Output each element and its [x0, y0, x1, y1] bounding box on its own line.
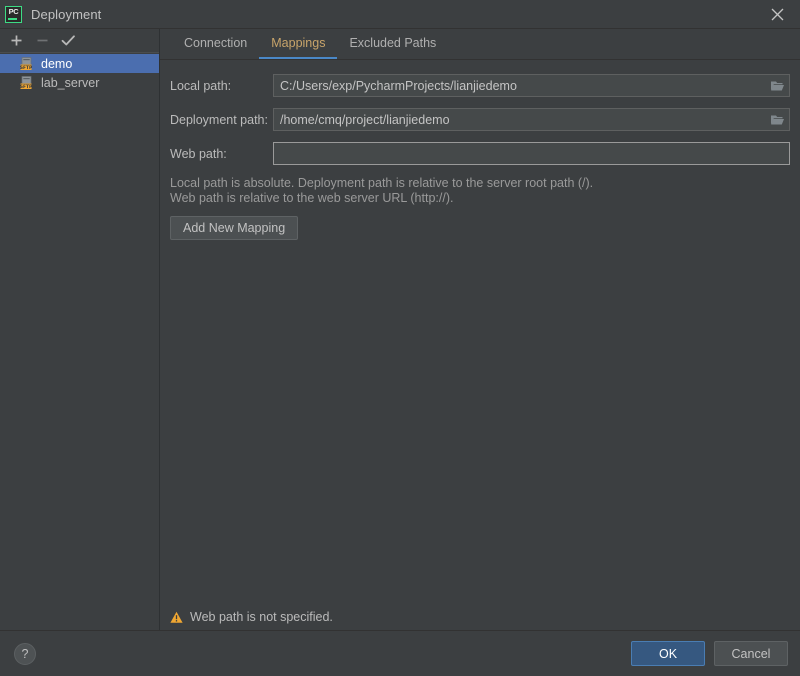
server-sidebar: SFTP demo SFTP lab_server [0, 29, 160, 630]
tab-mappings-label: Mappings [271, 36, 326, 50]
tab-strip: Connection Mappings Excluded Paths [160, 29, 800, 60]
status-warning: Web path is not specified. [160, 604, 800, 630]
warning-triangle-icon [170, 611, 183, 623]
tab-connection-label: Connection [184, 36, 248, 50]
tab-mappings[interactable]: Mappings [259, 29, 338, 59]
tab-excluded-paths-label: Excluded Paths [349, 36, 437, 50]
tab-connection[interactable]: Connection [172, 29, 259, 59]
deployment-path-field[interactable]: /home/cmq/project/lianjiedemo [273, 108, 790, 131]
tab-excluded-paths[interactable]: Excluded Paths [337, 29, 448, 59]
set-default-server-button[interactable] [56, 30, 81, 52]
deployment-dialog: PC Deployment SFTP demo SFTP lab_server … [0, 0, 800, 676]
hint-line-1: Local path is absolute. Deployment path … [170, 176, 594, 190]
mappings-hint: Local path is absolute. Deployment path … [168, 176, 790, 206]
content-area: Connection Mappings Excluded Paths Local… [160, 29, 800, 630]
svg-text:SFTP: SFTP [20, 65, 33, 71]
local-path-label: Local path: [170, 78, 232, 93]
list-item-label: lab_server [41, 75, 100, 90]
pycharm-logo-bar [7, 18, 17, 20]
local-path-row: Local path: C:/Users/exp/PycharmProjects… [168, 74, 790, 97]
folder-open-icon[interactable] [765, 109, 789, 130]
list-item[interactable]: SFTP lab_server [0, 73, 159, 92]
title-bar: PC Deployment [0, 0, 800, 29]
cancel-button[interactable]: Cancel [714, 641, 788, 666]
web-path-field[interactable] [273, 142, 790, 165]
svg-text:SFTP: SFTP [20, 84, 33, 90]
server-list: SFTP demo SFTP lab_server [0, 53, 159, 630]
folder-open-icon[interactable] [765, 75, 789, 96]
dialog-footer: ? OK Cancel [0, 630, 800, 676]
sftp-server-icon: SFTP [20, 56, 33, 71]
question-mark-icon: ? [21, 646, 29, 661]
dialog-body: SFTP demo SFTP lab_server Connection Map… [0, 29, 800, 630]
add-new-mapping-button[interactable]: Add New Mapping [170, 216, 299, 240]
local-path-field[interactable]: C:/Users/exp/PycharmProjects/lianjiedemo [273, 74, 790, 97]
deployment-path-value[interactable]: /home/cmq/project/lianjiedemo [274, 113, 765, 127]
window-title: Deployment [31, 6, 102, 22]
list-item-label: demo [41, 56, 73, 71]
ok-button[interactable]: OK [631, 641, 705, 666]
deployment-path-row: Deployment path: /home/cmq/project/lianj… [168, 108, 790, 131]
mappings-panel: Local path: C:/Users/exp/PycharmProjects… [160, 60, 800, 604]
warning-text: Web path is not specified. [190, 610, 333, 624]
web-path-label: Web path: [170, 146, 227, 161]
help-button[interactable]: ? [14, 642, 36, 665]
web-path-row: Web path: [168, 142, 790, 165]
pycharm-logo-icon: PC [5, 5, 22, 23]
local-path-value[interactable]: C:/Users/exp/PycharmProjects/lianjiedemo [274, 79, 765, 93]
hint-line-2: Web path is relative to the web server U… [170, 191, 454, 205]
remove-server-button[interactable] [30, 30, 55, 52]
deployment-path-label: Deployment path: [170, 112, 268, 127]
pycharm-logo-text: PC [8, 7, 19, 16]
sidebar-toolbar [0, 29, 159, 53]
list-item[interactable]: SFTP demo [0, 54, 159, 73]
sftp-server-icon: SFTP [20, 75, 33, 90]
close-icon[interactable] [755, 0, 800, 28]
add-server-button[interactable] [4, 30, 29, 52]
